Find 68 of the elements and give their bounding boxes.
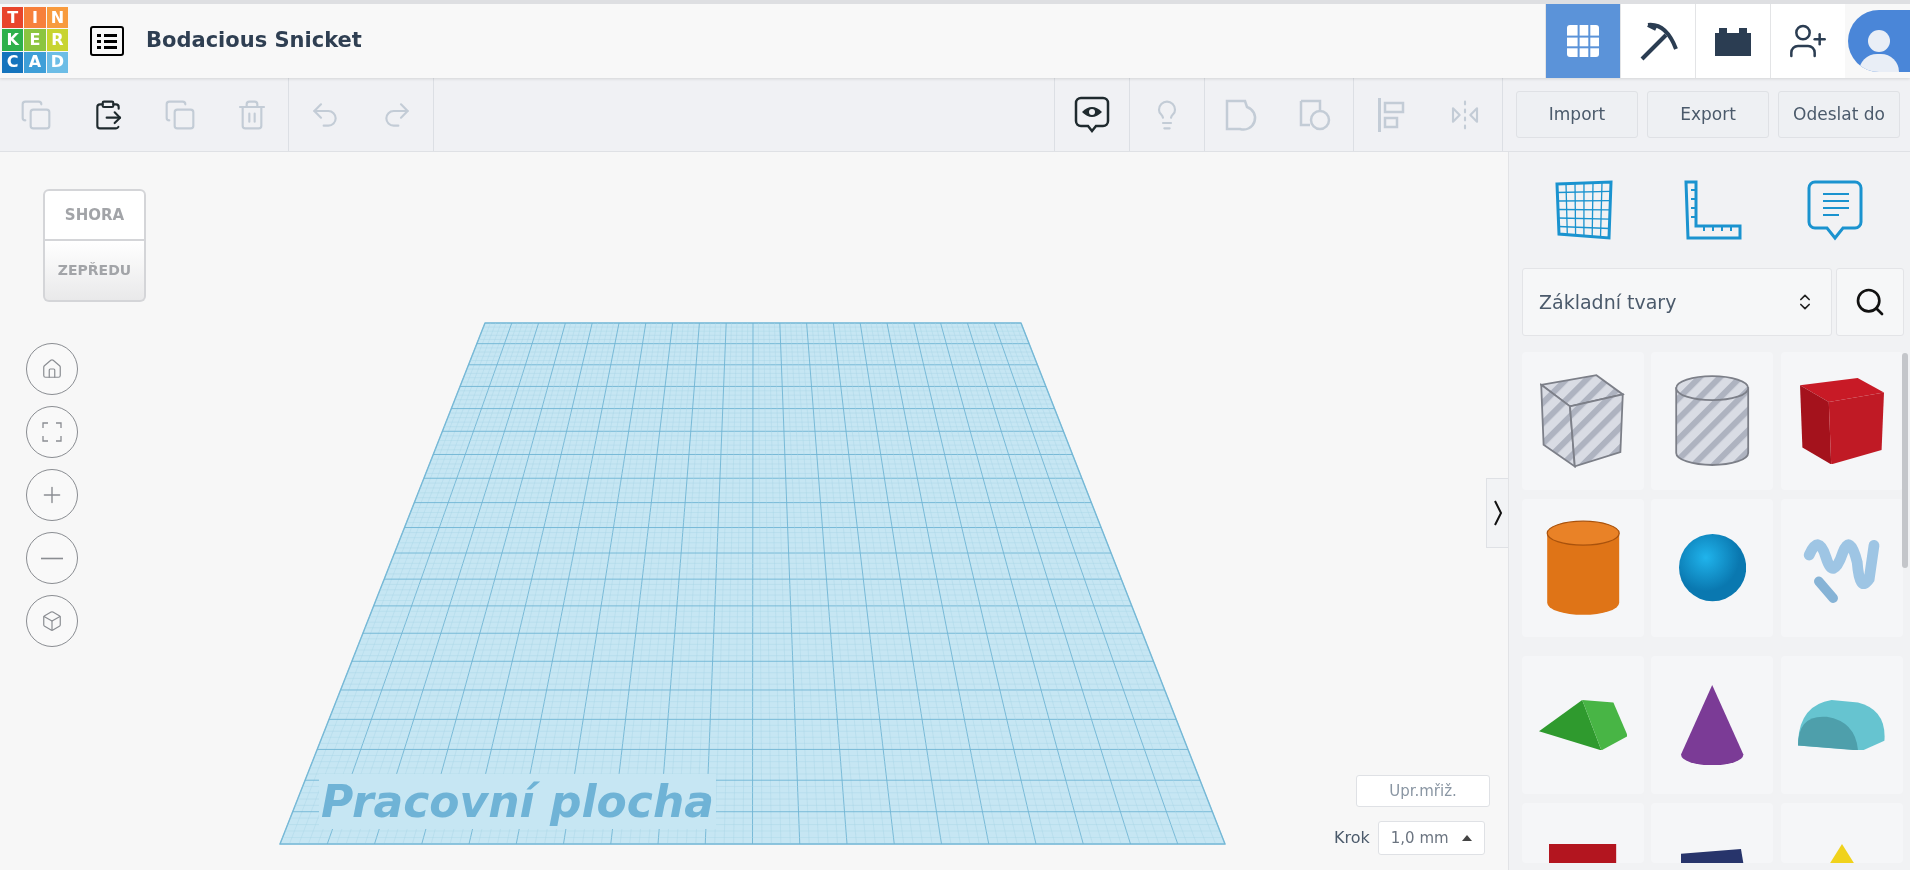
shape-tile[interactable] — [1522, 656, 1644, 794]
logo-letter: T — [2, 7, 24, 29]
eye-bubble-icon — [1074, 95, 1110, 134]
action-button[interactable]: Export — [1647, 91, 1769, 138]
design-title[interactable]: Bodacious Snicket — [146, 25, 362, 57]
sphere-icon — [1678, 534, 1746, 602]
home-icon — [41, 358, 63, 380]
logo-letter: D — [46, 51, 68, 73]
view-control-button[interactable] — [26, 469, 78, 521]
action-button[interactable]: Import — [1516, 91, 1638, 138]
cone-icon — [1681, 684, 1744, 766]
logo-letter: C — [2, 51, 24, 73]
shape-tile[interactable] — [1522, 803, 1644, 863]
menu-button[interactable] — [90, 26, 124, 56]
cube-icon — [1799, 377, 1884, 465]
align-icon — [1376, 96, 1406, 133]
nav-button[interactable] — [1620, 4, 1695, 78]
view-control-button[interactable] — [26, 406, 78, 458]
shape-tile[interactable] — [1651, 656, 1774, 794]
delete-icon — [236, 98, 268, 131]
shape-tile[interactable] — [1522, 499, 1644, 637]
logo-letter: K — [2, 29, 24, 51]
fit-view-icon — [42, 422, 62, 442]
cube-view-icon — [41, 610, 63, 632]
logo-letter: I — [24, 7, 46, 29]
letters-icon — [1549, 843, 1617, 863]
logo-letter: N — [46, 7, 68, 29]
shape-tile[interactable] — [1522, 352, 1644, 490]
shape-tile[interactable] — [1780, 656, 1903, 794]
category-select[interactable]: Základní tvary — [1522, 268, 1832, 336]
shape-tile[interactable] — [1780, 803, 1903, 863]
panel-toggle-button[interactable] — [1486, 478, 1508, 548]
nav-button[interactable] — [1695, 4, 1770, 78]
shape-tile[interactable] — [1651, 352, 1774, 490]
half-cylinder-icon — [1798, 699, 1885, 751]
copy-icon — [20, 98, 52, 131]
view-control-button[interactable] — [26, 595, 78, 647]
pyramid-icon — [1829, 843, 1854, 863]
edit-grid-button[interactable]: Upr.mřiž. — [1356, 775, 1490, 807]
action-button[interactable]: Odeslat do — [1778, 91, 1900, 138]
nav-button[interactable] — [1770, 4, 1845, 78]
logo-letter: A — [24, 51, 46, 73]
shape-tile[interactable] — [1780, 352, 1903, 490]
logo-letter: E — [24, 29, 46, 51]
caret-icon — [1461, 835, 1472, 841]
shape-tile[interactable] — [1780, 499, 1903, 637]
cylinder-icon — [1545, 520, 1621, 616]
shape-tile[interactable] — [1651, 499, 1774, 637]
roof-prism-icon — [1538, 699, 1628, 751]
view-control-button[interactable] — [26, 532, 78, 584]
search-button[interactable] — [1836, 268, 1904, 336]
step-dropdown[interactable]: 1,0 mm — [1377, 821, 1485, 855]
striped-box-icon — [1540, 374, 1626, 468]
step-label: Krok — [1334, 827, 1370, 849]
shape-tile[interactable] — [1651, 803, 1774, 863]
logo-letter: R — [46, 29, 68, 51]
mirror-icon — [1449, 98, 1481, 131]
duplicate-icon — [164, 98, 196, 131]
search-icon — [1854, 286, 1886, 318]
zoom-out-icon — [41, 556, 63, 560]
chevron-right-icon — [1492, 500, 1503, 526]
logo[interactable]: T I N K E R C A D — [2, 7, 68, 73]
striped-cylinder-icon — [1675, 375, 1750, 467]
grid-icon — [1565, 23, 1601, 59]
wedge-icon — [1681, 848, 1744, 863]
workplane-label: Pracovní plocha — [319, 774, 716, 829]
scrollbar[interactable] — [1902, 353, 1908, 568]
view-control-button[interactable] — [26, 343, 78, 395]
